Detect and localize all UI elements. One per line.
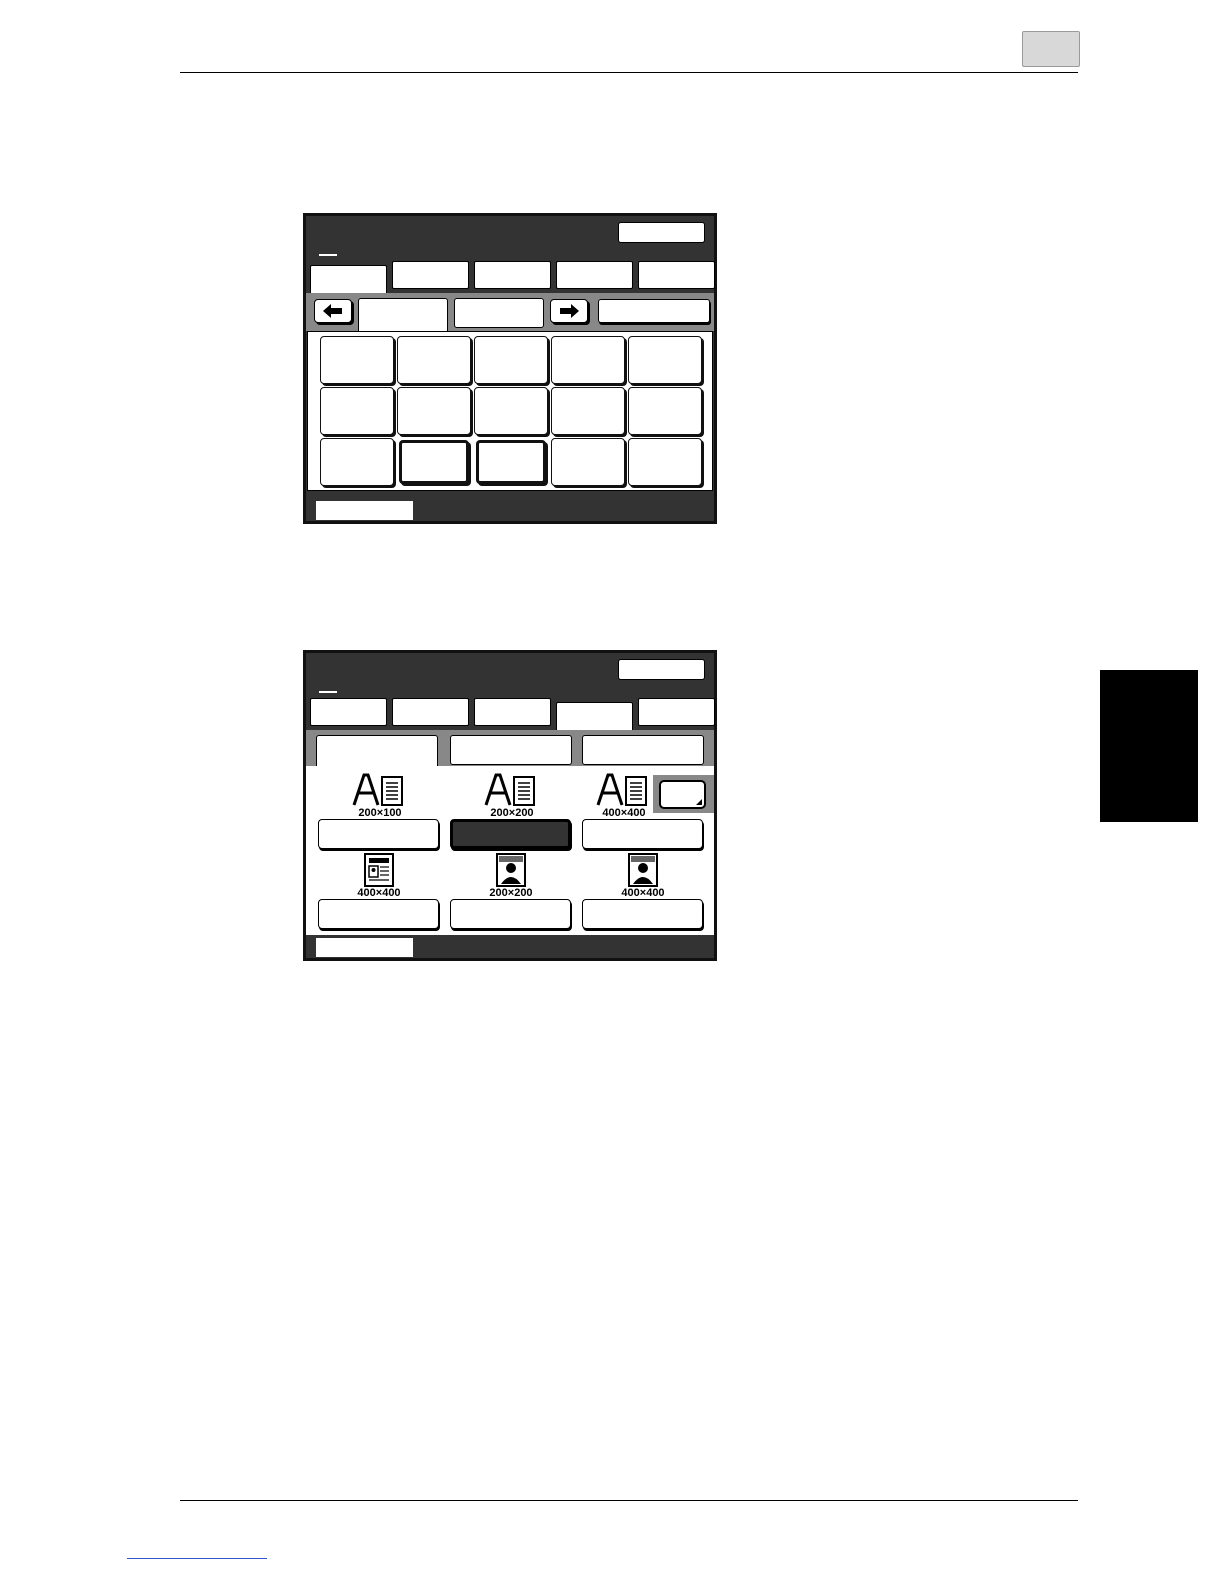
corner-triangle-icon [696, 799, 702, 805]
panel1-key-r2c4[interactable] [551, 387, 625, 435]
panel1-key-r2c2[interactable] [397, 387, 471, 435]
resolution-label: 400×400 [357, 887, 401, 899]
panel1-key-r1c5[interactable] [628, 336, 702, 384]
touch-panel-screen-1 [303, 213, 717, 524]
resolution-label: 200×100 [358, 807, 402, 819]
panel2-subtab-3[interactable] [582, 735, 704, 765]
resolution-label: 400×400 [621, 887, 665, 899]
panel2-tab-2[interactable] [392, 698, 469, 726]
text-page-icon [484, 773, 535, 806]
resolution-label: 200×200 [489, 887, 533, 899]
panel1-key-r1c4[interactable] [551, 336, 625, 384]
panel2-tab-5[interactable] [638, 698, 715, 726]
arrow-left-icon [323, 304, 342, 318]
panel1-key-r2c3[interactable] [474, 387, 548, 435]
photo-text-page-icon [364, 853, 394, 887]
panel2-status-label [316, 938, 413, 957]
panel1-subtab-1[interactable] [358, 298, 448, 331]
photo-portrait-icon [628, 853, 658, 887]
mode-button-r2c2[interactable] [450, 899, 571, 929]
panel1-key-r2c5[interactable] [628, 387, 702, 435]
touch-panel-screen-2: 200×100 200×200 400×400 400×400 200×200 … [303, 650, 717, 961]
footer-link[interactable] [127, 1558, 267, 1559]
mode-button-r2c1[interactable] [318, 899, 439, 929]
panel1-key-r3c2[interactable] [399, 440, 469, 484]
photo-portrait-icon [496, 853, 526, 887]
panel1-title-underline [319, 254, 337, 256]
panel1-top-right-button[interactable] [618, 222, 705, 243]
panel1-key-r2c1[interactable] [320, 387, 394, 435]
page-number-box [1022, 31, 1080, 67]
panel1-key-r3c4[interactable] [551, 438, 625, 486]
panel2-subtab-2[interactable] [450, 735, 572, 765]
panel1-key-r1c2[interactable] [397, 336, 471, 384]
mode-button-r2c3[interactable] [582, 899, 703, 929]
text-page-icon [352, 773, 403, 806]
panel1-next-button[interactable] [550, 299, 588, 323]
panel1-wide-button[interactable] [598, 299, 710, 323]
panel2-top-right-button[interactable] [618, 659, 705, 680]
footer-rule [180, 1500, 1078, 1501]
text-page-icon [596, 773, 647, 806]
panel1-prev-button[interactable] [314, 299, 352, 323]
header-rule [180, 72, 1078, 73]
panel1-key-r1c1[interactable] [320, 336, 394, 384]
panel1-subtab-2[interactable] [454, 298, 544, 328]
panel2-title-underline [319, 691, 337, 693]
mode-button-r1c2[interactable] [450, 819, 571, 849]
panel1-key-r1c3[interactable] [474, 336, 548, 384]
panel1-tab-5[interactable] [638, 261, 715, 289]
panel2-subtab-1[interactable] [316, 735, 438, 768]
panel2-option-button[interactable] [659, 780, 706, 809]
panel2-tab-3[interactable] [474, 698, 551, 726]
panel1-tab-3[interactable] [474, 261, 551, 289]
chapter-tab [1100, 670, 1198, 822]
panel1-key-r3c5[interactable] [628, 438, 702, 486]
arrow-right-icon [560, 304, 579, 318]
panel1-tab-4[interactable] [556, 261, 633, 289]
resolution-label: 400×400 [602, 807, 646, 819]
panel2-tab-1[interactable] [310, 698, 387, 726]
panel1-status-label [316, 501, 413, 520]
mode-button-r1c3[interactable] [582, 819, 703, 849]
panel1-key-r3c1[interactable] [320, 438, 394, 486]
panel1-key-r3c3[interactable] [476, 440, 546, 484]
resolution-label: 200×200 [490, 807, 534, 819]
mode-button-r1c1[interactable] [318, 819, 439, 849]
panel1-tab-2[interactable] [392, 261, 469, 289]
